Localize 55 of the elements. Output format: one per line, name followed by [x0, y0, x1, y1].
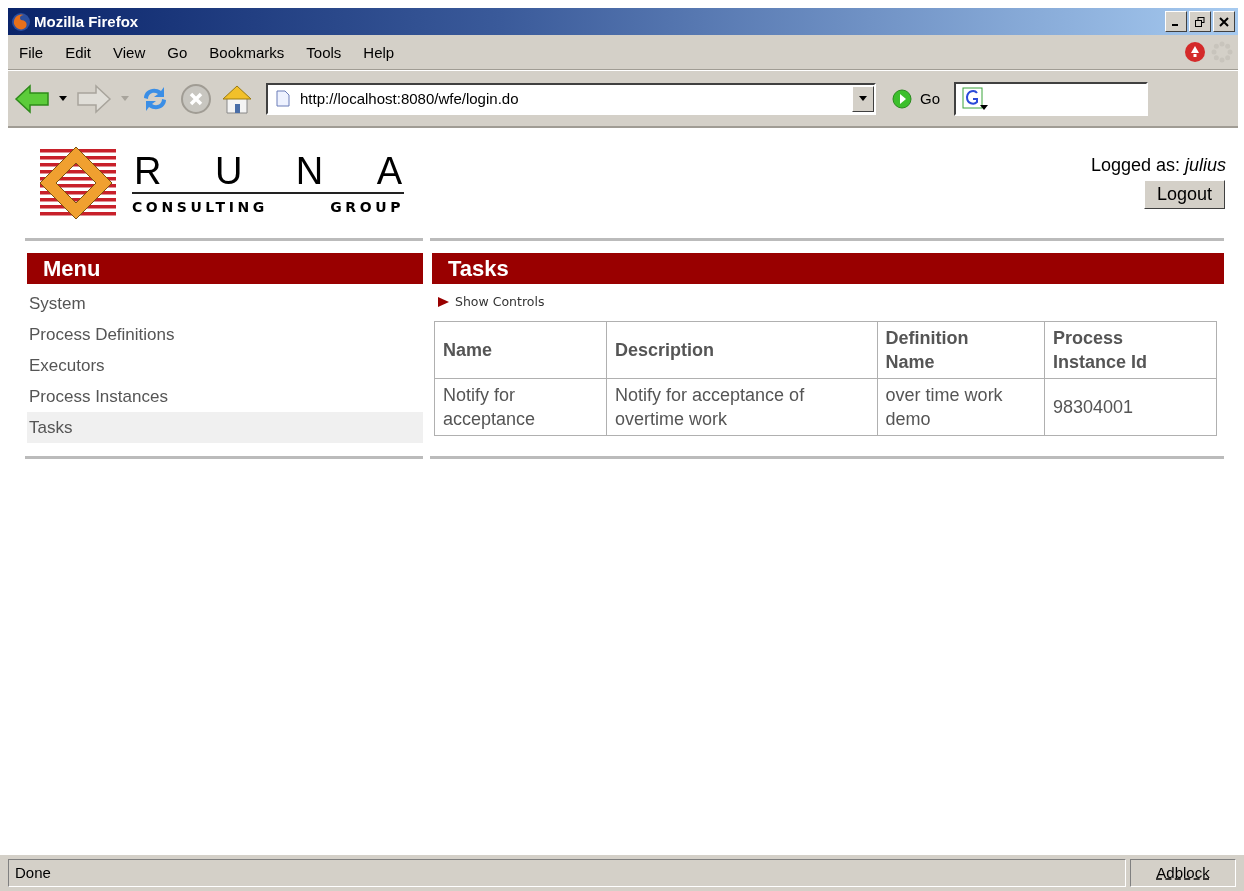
sidebar-item[interactable]: Process Instances — [27, 381, 423, 412]
column-header: Process Instance Id — [1044, 321, 1217, 379]
stop-icon[interactable] — [180, 82, 212, 115]
column-header: Definition Name — [877, 321, 1045, 379]
minimize-button[interactable] — [1165, 11, 1187, 32]
logo-letter: R — [134, 151, 162, 190]
menu-item[interactable]: Tools — [295, 43, 353, 61]
adblock-status[interactable]: Adblock — [1130, 859, 1236, 887]
dropdown-caret-icon[interactable] — [58, 95, 68, 102]
menu-header: Menu — [27, 253, 423, 284]
menu-item[interactable]: Bookmarks — [198, 43, 296, 61]
logo-subtitle: GROUP — [330, 198, 404, 215]
column-header: Description — [606, 321, 878, 379]
minimize-icon — [1172, 24, 1178, 26]
caret-icon — [858, 95, 868, 102]
restore-icon — [1195, 16, 1205, 27]
logout-button[interactable]: Logout — [1143, 180, 1225, 209]
logo-letter: N — [295, 151, 324, 190]
tasks-header: Tasks — [432, 253, 1224, 284]
menu-item[interactable]: View — [102, 43, 157, 61]
page-icon — [276, 90, 290, 107]
search-field[interactable] — [954, 81, 1148, 116]
close-icon — [1219, 16, 1229, 27]
menu-item[interactable]: File — [8, 43, 55, 61]
table-cell: Notify for acceptance of overtime work — [606, 378, 878, 436]
sidebar-item[interactable]: Executors — [27, 350, 423, 381]
close-button[interactable] — [1213, 11, 1235, 32]
window-title: Mozilla Firefox — [34, 13, 139, 30]
column-header: Name — [434, 321, 607, 379]
show-controls-link[interactable]: Show Controls — [438, 294, 545, 309]
status-text: Done — [8, 859, 1126, 887]
back-arrow-icon[interactable] — [14, 83, 50, 114]
table-cell: over time work demo — [877, 378, 1045, 436]
dropdown-button[interactable] — [852, 85, 874, 112]
sidebar-item[interactable]: Process Definitions — [27, 319, 423, 350]
play-icon — [892, 88, 912, 109]
logo-letter: A — [376, 151, 402, 190]
firefox-icon — [11, 11, 31, 32]
logo-subtitle: CONSULTING — [132, 198, 268, 215]
menu-item[interactable]: Go — [156, 43, 199, 61]
sidebar-item[interactable]: System — [27, 288, 423, 319]
triangle-icon — [438, 296, 449, 307]
menu-item[interactable]: Help — [352, 43, 406, 61]
table-cell: Notify for acceptance — [434, 378, 607, 436]
alert-icon — [1184, 41, 1206, 63]
logo-emblem-icon — [38, 145, 118, 221]
menu-item[interactable]: Edit — [54, 43, 103, 61]
sidebar-item[interactable]: Tasks — [27, 412, 423, 443]
table-cell: 98304001 — [1044, 378, 1217, 436]
restore-button[interactable] — [1189, 11, 1211, 32]
go-button[interactable]: Go — [884, 88, 946, 109]
logged-in-user-text: Logged as: julius — [1090, 155, 1226, 176]
search-engine-icon[interactable] — [962, 86, 988, 111]
address-field[interactable]: http://localhost:8080/wfe/login.do — [266, 82, 876, 115]
logo-letter: U — [214, 151, 243, 190]
